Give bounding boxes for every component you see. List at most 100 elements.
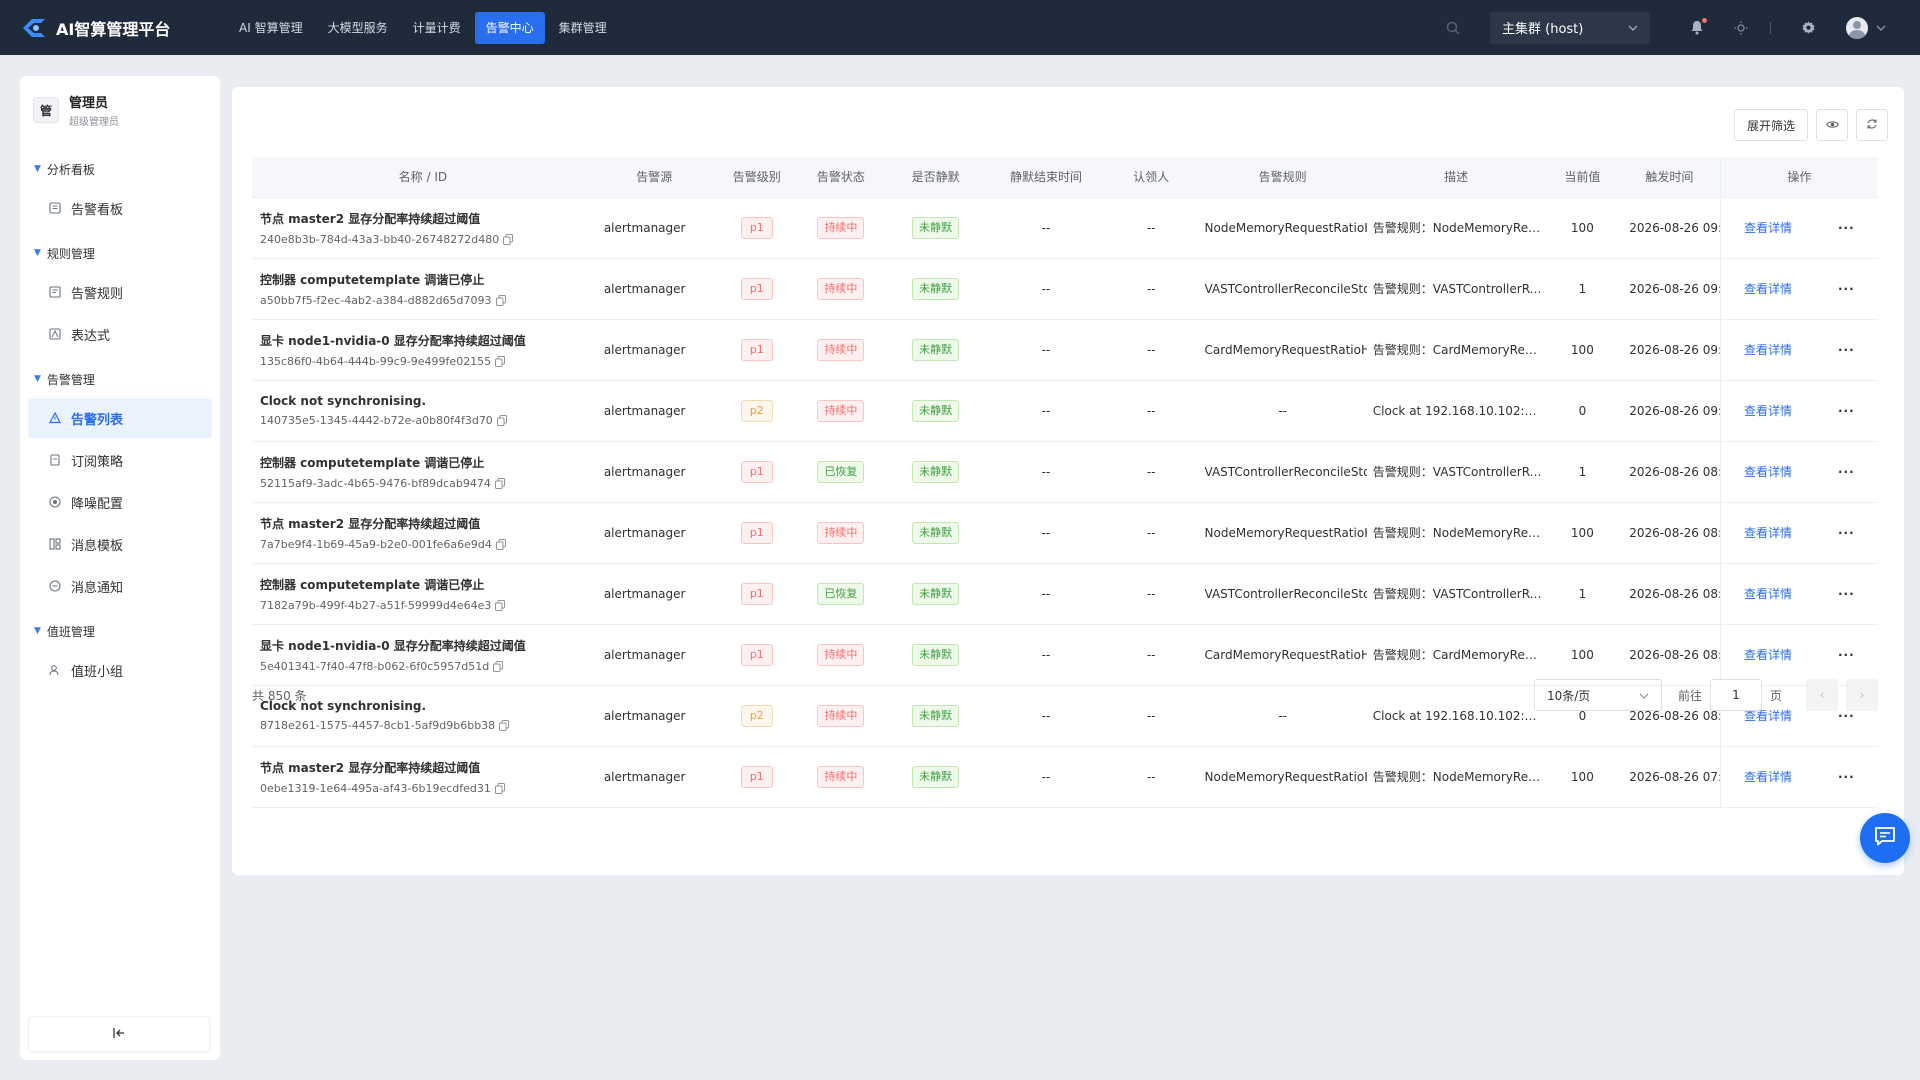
more-icon[interactable]: ··· (1838, 587, 1855, 601)
chevron-down-icon[interactable] (1876, 25, 1886, 31)
cell-source: alertmanager (593, 258, 715, 320)
sidebar-item-subscription[interactable]: 订阅策略 (28, 440, 212, 480)
sidebar-item-alert-dashboard[interactable]: 告警看板 (28, 188, 212, 228)
table-row[interactable]: 节点 master2 显存分配率持续超过阈值 7a7be9f4-1b69-45a9… (252, 502, 1878, 564)
table-row[interactable]: 控制器 computetemplate 调谐已停止 52115af9-3adc-4… (252, 441, 1878, 503)
view-details-link[interactable]: 查看详情 (1744, 709, 1792, 723)
view-details-link[interactable]: 查看详情 (1744, 221, 1792, 235)
more-icon[interactable]: ··· (1838, 648, 1855, 662)
more-icon[interactable]: ··· (1838, 709, 1855, 723)
copy-icon[interactable] (495, 538, 506, 550)
view-details-link[interactable]: 查看详情 (1744, 343, 1792, 357)
caret-down-icon: ▼ (34, 248, 41, 258)
gear-icon[interactable] (1801, 20, 1816, 35)
view-details-link[interactable]: 查看详情 (1744, 648, 1792, 662)
app-logo[interactable]: AI智算管理平台 (20, 16, 210, 40)
table-row[interactable]: 节点 master2 显存分配率持续超过阈值 0ebe1319-1e64-495a… (252, 746, 1878, 808)
copy-icon[interactable] (494, 782, 505, 794)
cell-silence: 未静默 (883, 441, 989, 503)
bell-icon[interactable] (1690, 18, 1707, 35)
sidebar-group-title[interactable]: ▼ 规则管理 (20, 236, 220, 270)
view-details-link[interactable]: 查看详情 (1744, 587, 1792, 601)
more-icon[interactable]: ··· (1838, 770, 1855, 784)
table-row[interactable]: 节点 master2 显存分配率持续超过阈值 240e8b3b-784d-43a3… (252, 197, 1878, 259)
chevron-left-icon: ‹ (1819, 687, 1825, 703)
search-icon[interactable] (1446, 21, 1460, 35)
column-header-claimer: 认领人 (1103, 157, 1199, 198)
alert-name[interactable]: 显卡 node1-nvidia-0 显存分配率持续超过阈值 (260, 637, 590, 654)
more-icon[interactable]: ··· (1838, 282, 1855, 296)
alert-name[interactable]: Clock not synchronising. (260, 394, 590, 408)
collapse-sidebar-button[interactable] (28, 1016, 210, 1052)
more-icon[interactable]: ··· (1838, 221, 1855, 235)
expand-filter-button[interactable]: 展开筛选 (1733, 109, 1808, 141)
cell-actions: 查看详情 ··· (1720, 197, 1878, 259)
table-row[interactable]: 显卡 node1-nvidia-0 显存分配率持续超过阈值 135c86f0-4b… (252, 319, 1878, 381)
copy-icon[interactable] (493, 660, 504, 672)
alert-name[interactable]: 节点 master2 显存分配率持续超过阈值 (260, 759, 590, 776)
view-details-link[interactable]: 查看详情 (1744, 404, 1792, 418)
copy-icon[interactable] (503, 233, 514, 245)
sidebar-item-duty-team[interactable]: 值班小组 (28, 650, 212, 690)
sidebar-group-title[interactable]: ▼ 分析看板 (20, 152, 220, 186)
table-row[interactable]: Clock not synchronising. 140735e5-1345-44… (252, 380, 1878, 442)
prev-page-button[interactable]: ‹ (1806, 679, 1838, 711)
refresh-button[interactable] (1856, 109, 1888, 141)
copy-icon[interactable] (495, 599, 506, 611)
alert-name[interactable]: 显卡 node1-nvidia-0 显存分配率持续超过阈值 (260, 332, 590, 349)
nav-item-llm-service[interactable]: 大模型服务 (317, 12, 399, 44)
alert-name[interactable]: 控制器 computetemplate 调谐已停止 (260, 271, 590, 288)
nav-item-cluster[interactable]: 集群管理 (548, 12, 618, 44)
cell-level: p1 (714, 441, 799, 503)
sidebar-item-label: 告警列表 (71, 412, 124, 428)
cell-level: p1 (714, 624, 799, 686)
page-size-select[interactable]: 10条/页 (1533, 679, 1662, 711)
nav-item-alert-center[interactable]: 告警中心 (474, 11, 545, 44)
cell-name: 控制器 computetemplate 调谐已停止 52115af9-3adc-4… (252, 441, 594, 503)
more-icon[interactable]: ··· (1838, 343, 1855, 357)
copy-icon[interactable] (499, 720, 510, 731)
copy-icon[interactable] (495, 294, 506, 306)
table-row[interactable]: 控制器 computetemplate 调谐已停止 7182a79b-499f-4… (252, 563, 1878, 625)
table-row[interactable]: 控制器 computetemplate 调谐已停止 a50bb7f5-f2ec-4… (252, 258, 1878, 320)
silence-badge: 未静默 (912, 643, 960, 666)
more-icon[interactable]: ··· (1838, 404, 1855, 418)
chat-button[interactable] (1860, 813, 1910, 863)
alert-name[interactable]: 控制器 computetemplate 调谐已停止 (260, 576, 590, 593)
avatar[interactable] (1846, 16, 1868, 39)
view-details-link[interactable]: 查看详情 (1744, 465, 1792, 479)
sidebar-group-title[interactable]: ▼ 值班管理 (20, 614, 220, 648)
next-page-button[interactable]: › (1846, 679, 1878, 711)
copy-icon[interactable] (494, 477, 505, 489)
cell-level: p1 (714, 502, 799, 564)
sidebar-item-message-template[interactable]: 消息模板 (28, 524, 212, 564)
column-visibility-button[interactable] (1816, 109, 1848, 141)
alert-name[interactable]: 节点 master2 显存分配率持续超过阈值 (260, 210, 590, 227)
sidebar-item-alert-rules[interactable]: 告警规则 (28, 272, 212, 312)
cluster-select[interactable]: 主集群 (host) (1490, 11, 1650, 44)
more-icon[interactable]: ··· (1838, 526, 1855, 540)
nav-item-billing[interactable]: 计量计费 (402, 12, 472, 44)
sidebar-item-alert-list[interactable]: 告警列表 (28, 398, 212, 438)
sidebar-item-notification[interactable]: 消息通知 (28, 566, 212, 606)
more-icon[interactable]: ··· (1838, 465, 1855, 479)
goto-page-input[interactable] (1709, 679, 1762, 711)
copy-icon[interactable] (495, 355, 506, 367)
cell-name: 显卡 node1-nvidia-0 显存分配率持续超过阈值 5e401341-7f… (252, 624, 594, 686)
sidebar-item-noise-reduction[interactable]: 降噪配置 (28, 482, 212, 522)
cell-value: 0 (1545, 380, 1620, 442)
sidebar-item-expression[interactable]: 表达式 (28, 314, 212, 354)
copy-icon[interactable] (496, 415, 507, 426)
cell-rule: VASTControllerReconcileStopped (1198, 563, 1367, 625)
sidebar-group-title[interactable]: ▼ 告警管理 (20, 362, 220, 396)
table-row[interactable]: 显卡 node1-nvidia-0 显存分配率持续超过阈值 5e401341-7f… (252, 624, 1878, 686)
nav-item-ai-compute[interactable]: AI 智算管理 (228, 12, 314, 44)
view-details-link[interactable]: 查看详情 (1744, 770, 1792, 784)
alert-name[interactable]: 控制器 computetemplate 调谐已停止 (260, 454, 590, 471)
view-details-link[interactable]: 查看详情 (1744, 282, 1792, 296)
cell-desc: 告警规则：CardMemoryRequestRatioHigh (1366, 624, 1546, 686)
sun-icon[interactable] (1734, 21, 1748, 35)
sidebar-item-label: 值班小组 (71, 664, 124, 680)
alert-name[interactable]: 节点 master2 显存分配率持续超过阈值 (260, 515, 590, 532)
view-details-link[interactable]: 查看详情 (1744, 526, 1792, 540)
